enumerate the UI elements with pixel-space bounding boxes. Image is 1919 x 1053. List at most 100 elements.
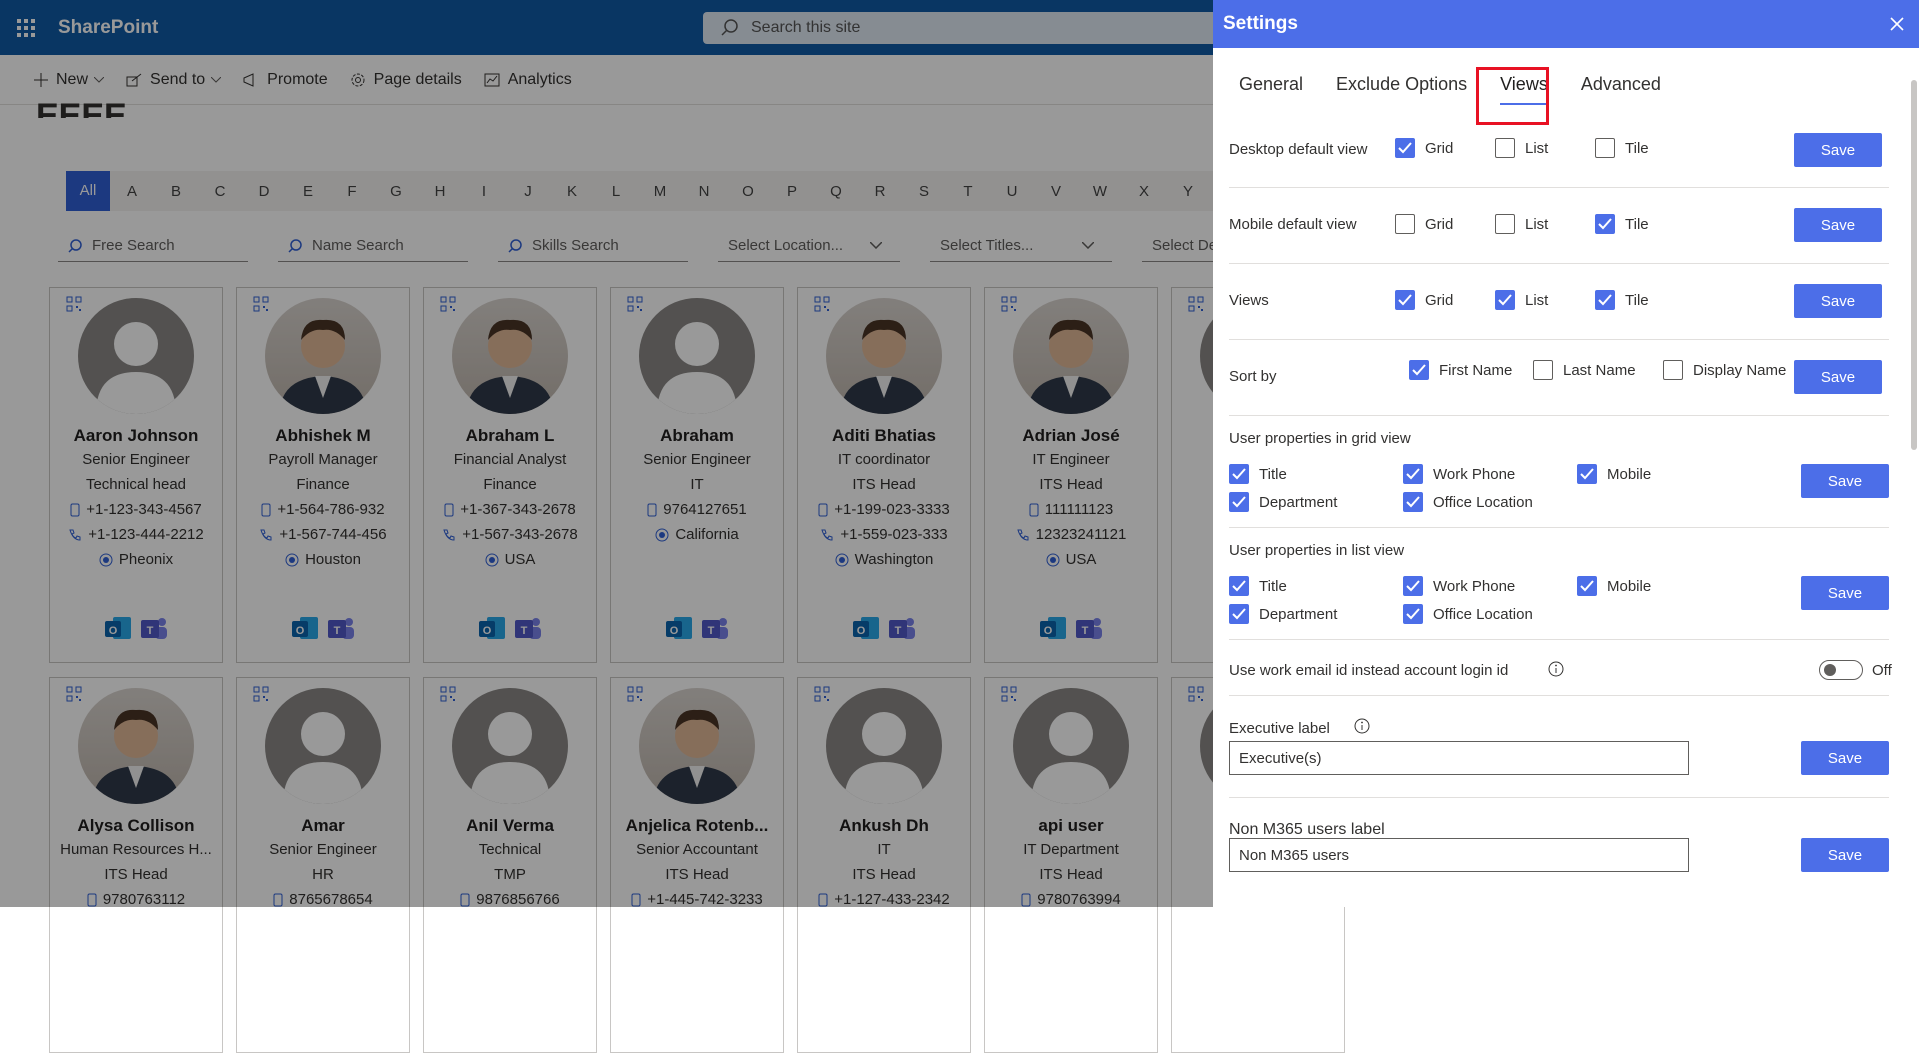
checkbox-label: Office Location (1433, 493, 1533, 511)
list-mobile-checkbox[interactable]: Mobile (1577, 576, 1651, 596)
checkmark-icon (1595, 214, 1615, 234)
checkbox-label: Tile (1625, 139, 1649, 157)
grid-office-location-checkbox[interactable]: Office Location (1403, 492, 1533, 512)
checkbox-label: Department (1259, 493, 1338, 511)
checkbox-label: List (1525, 291, 1549, 309)
desktop-default-view-label: Desktop default view (1229, 141, 1368, 158)
tab-advanced[interactable]: Advanced (1581, 74, 1661, 95)
checkbox-label: Work Phone (1433, 577, 1516, 595)
checkbox-label: Mobile (1607, 577, 1652, 595)
mobile-default-view-row: Mobile default view Grid List Tile Save (1229, 188, 1889, 264)
checkmark-icon (1595, 290, 1615, 310)
grid-department-checkbox[interactable]: Department (1229, 492, 1337, 512)
save-button[interactable]: Save (1801, 464, 1889, 498)
non-m365-label-caption: Non M365 users label (1229, 821, 1385, 838)
close-icon[interactable] (1889, 16, 1905, 32)
sort-display-name-checkbox[interactable]: Display Name (1663, 360, 1786, 380)
checkbox-box (1595, 138, 1615, 158)
settings-title: Settings (1223, 13, 1298, 34)
checkmark-icon (1495, 290, 1515, 310)
sort-first-name-checkbox[interactable]: First Name (1409, 360, 1512, 380)
checkbox-box (1663, 360, 1683, 380)
views-list-checkbox[interactable]: List (1495, 290, 1548, 310)
list-properties-label: User properties in list view (1229, 542, 1405, 559)
save-button[interactable]: Save (1794, 284, 1882, 318)
checkbox-label: Department (1259, 605, 1338, 623)
list-office-location-checkbox[interactable]: Office Location (1403, 604, 1533, 624)
checkmark-icon (1577, 576, 1597, 596)
checkbox-label: Grid (1425, 215, 1454, 233)
checkbox-label: List (1525, 139, 1549, 157)
checkbox-label: First Name (1439, 361, 1513, 379)
list-work-phone-checkbox[interactable]: Work Phone (1403, 576, 1515, 596)
checkmark-icon (1409, 360, 1429, 380)
checkmark-icon (1403, 492, 1423, 512)
desktop-tile-checkbox[interactable]: Tile (1595, 138, 1649, 158)
mobile-default-view-label: Mobile default view (1229, 216, 1357, 233)
checkbox-label: Title (1259, 577, 1287, 595)
checkbox-label: Grid (1425, 291, 1454, 309)
checkmark-icon (1229, 492, 1249, 512)
settings-tabs: General Exclude Options Views Advanced (1213, 48, 1919, 120)
list-department-checkbox[interactable]: Department (1229, 604, 1337, 624)
save-button[interactable]: Save (1801, 576, 1889, 610)
views-tile-checkbox[interactable]: Tile (1595, 290, 1649, 310)
tab-exclude-options[interactable]: Exclude Options (1336, 74, 1467, 95)
info-icon[interactable] (1548, 661, 1564, 677)
list-properties-row: User properties in list view Title Work … (1229, 528, 1889, 640)
grid-work-phone-checkbox[interactable]: Work Phone (1403, 464, 1515, 484)
executive-label-row: Executive label Save (1229, 696, 1889, 798)
desktop-list-checkbox[interactable]: List (1495, 138, 1548, 158)
checkmark-icon (1229, 464, 1249, 484)
checkbox-label: Tile (1625, 215, 1649, 233)
list-title-checkbox[interactable]: Title (1229, 576, 1287, 596)
grid-properties-row: User properties in grid view Title Work … (1229, 416, 1889, 528)
save-button[interactable]: Save (1794, 360, 1882, 394)
checkbox-box (1395, 214, 1415, 234)
grid-mobile-checkbox[interactable]: Mobile (1577, 464, 1651, 484)
desktop-grid-checkbox[interactable]: Grid (1395, 138, 1453, 158)
checkmark-icon (1403, 576, 1423, 596)
checkbox-box (1495, 214, 1515, 234)
mobile-tile-checkbox[interactable]: Tile (1595, 214, 1649, 234)
checkbox-label: Tile (1625, 291, 1649, 309)
panel-scrollbar[interactable] (1911, 80, 1917, 450)
checkbox-box (1533, 360, 1553, 380)
non-m365-label-input[interactable] (1229, 838, 1689, 872)
tab-general[interactable]: General (1239, 74, 1303, 95)
mobile-grid-checkbox[interactable]: Grid (1395, 214, 1453, 234)
sort-by-row: Sort by First Name Last Name Display Nam… (1229, 340, 1889, 416)
views-grid-checkbox[interactable]: Grid (1395, 290, 1453, 310)
executive-label-input[interactable] (1229, 741, 1689, 775)
executive-label-caption: Executive label (1229, 720, 1330, 737)
work-email-label: Use work email id instead account login … (1229, 662, 1509, 679)
checkmark-icon (1395, 290, 1415, 310)
info-icon[interactable] (1354, 718, 1370, 734)
save-button[interactable]: Save (1794, 208, 1882, 242)
checkbox-box (1495, 138, 1515, 158)
views-label: Views (1229, 292, 1269, 309)
save-button[interactable]: Save (1801, 741, 1889, 775)
checkbox-label: List (1525, 215, 1549, 233)
work-email-toggle[interactable] (1819, 660, 1863, 680)
checkmark-icon (1577, 464, 1597, 484)
work-email-row: Use work email id instead account login … (1229, 640, 1892, 696)
checkmark-icon (1403, 604, 1423, 624)
desktop-default-view-row: Desktop default view Grid List Tile Save (1229, 126, 1889, 188)
modal-overlay[interactable] (0, 0, 1213, 907)
save-button[interactable]: Save (1794, 133, 1882, 167)
checkmark-icon (1229, 576, 1249, 596)
non-m365-label-row: Non M365 users label Save (1229, 798, 1889, 898)
checkbox-label: Title (1259, 465, 1287, 483)
toggle-state-label: Off (1872, 662, 1892, 679)
checkbox-label: Mobile (1607, 465, 1652, 483)
checkmark-icon (1395, 138, 1415, 158)
checkbox-label: Grid (1425, 139, 1454, 157)
views-row: Views Grid List Tile Save (1229, 264, 1889, 340)
checkbox-label: Office Location (1433, 605, 1533, 623)
grid-properties-label: User properties in grid view (1229, 430, 1411, 447)
sort-last-name-checkbox[interactable]: Last Name (1533, 360, 1636, 380)
mobile-list-checkbox[interactable]: List (1495, 214, 1548, 234)
grid-title-checkbox[interactable]: Title (1229, 464, 1287, 484)
save-button[interactable]: Save (1801, 838, 1889, 872)
